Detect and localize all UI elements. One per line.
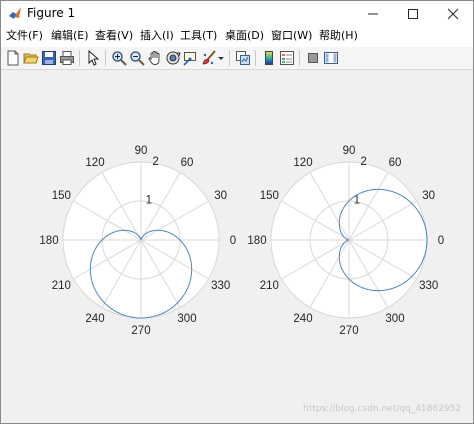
toolbar-separator [105,50,106,66]
theta-tick-label: 150 [52,190,71,202]
toolbar-separator [255,50,256,66]
theta-tick-label: 60 [181,157,194,169]
matlab-logo-icon [9,7,21,19]
toolbar-separator [299,50,300,66]
insert-colorbar-icon[interactable] [261,50,277,66]
theta-tick-label: 150 [260,190,279,202]
rotate-3d-icon[interactable] [165,50,181,66]
maximize-icon [408,9,418,19]
close-icon [447,8,459,20]
theta-tick-label: 300 [385,313,404,325]
theta-tick-label: 330 [211,280,230,292]
show-plot-tools-icon[interactable] [323,50,339,66]
theta-tick-label: 30 [422,190,435,202]
theta-tick-label: 30 [214,190,227,202]
theta-tick-label: 0 [230,235,236,247]
menu-insert[interactable]: 插入(I) [140,29,174,43]
theta-tick-label: 120 [293,157,312,169]
title-bar[interactable]: Figure 1 [1,1,473,27]
open-file-icon[interactable] [23,50,39,66]
figure-window: Figure 1 文件(F) 编辑(E) 查看(V) 插入(I) 工具(T) 桌… [0,0,474,424]
data-cursor-icon[interactable] [183,50,199,66]
polar-axes-right[interactable]: 030609012015018021024027030033012 [237,70,473,400]
theta-tick-label: 300 [177,313,196,325]
brush-icon[interactable] [201,50,217,66]
new-figure-icon[interactable] [5,50,21,66]
theta-tick-label: 240 [85,313,104,325]
close-button[interactable] [433,1,473,27]
watermark-text: https://blog.csdn.net/qq_41862952 [303,404,462,414]
theta-tick-label: 180 [39,235,58,247]
r-tick-label: 2 [360,156,366,168]
menu-tools[interactable]: 工具(T) [180,29,217,43]
pan-hand-icon[interactable] [147,50,163,66]
figure-toolbar [1,47,473,70]
theta-tick-label: 90 [135,145,148,157]
menu-view[interactable]: 查看(V) [95,29,133,43]
zoom-out-icon[interactable] [129,50,145,66]
save-icon[interactable] [41,50,57,66]
theta-tick-label: 240 [293,313,312,325]
theta-tick-label: 210 [260,280,279,292]
menu-edit[interactable]: 编辑(E) [51,29,89,43]
hide-plot-tools-icon[interactable] [305,50,321,66]
theta-tick-label: 330 [419,280,438,292]
menu-file[interactable]: 文件(F) [6,29,43,43]
theta-tick-label: 270 [339,325,358,337]
theta-tick-label: 270 [131,325,150,337]
window-title: Figure 1 [27,6,76,20]
link-plot-icon[interactable] [235,50,251,66]
polar-axes-left[interactable]: 0 30 60 90 120 150 180 210 240 270 300 330 1 2 [1,70,237,400]
toolbar-separator [229,50,230,66]
print-icon[interactable] [59,50,75,66]
theta-tick-label: 180 [247,235,266,247]
theta-tick-label: 210 [52,280,71,292]
theta-tick-label: 0 [438,235,444,247]
r-tick-label: 1 [146,195,152,207]
theta-tick-label: 60 [389,157,402,169]
theta-tick-label: 90 [343,145,356,157]
edit-plot-arrow-icon[interactable] [85,50,101,66]
menu-help[interactable]: 帮助(H) [319,29,358,43]
minimize-button[interactable] [353,1,393,27]
toolbar-separator [79,50,80,66]
menu-desktop[interactable]: 桌面(D) [225,29,264,43]
theta-tick-label: 120 [85,157,104,169]
r-tick-label: 2 [152,156,158,168]
minimize-icon [368,13,378,15]
maximize-button[interactable] [393,1,433,27]
insert-legend-icon[interactable] [279,50,295,66]
menu-bar: 文件(F) 编辑(E) 查看(V) 插入(I) 工具(T) 桌面(D) 窗口(W… [1,27,473,47]
menu-window[interactable]: 窗口(W) [271,29,312,43]
brush-dropdown-icon[interactable] [217,50,225,66]
zoom-in-icon[interactable] [111,50,127,66]
